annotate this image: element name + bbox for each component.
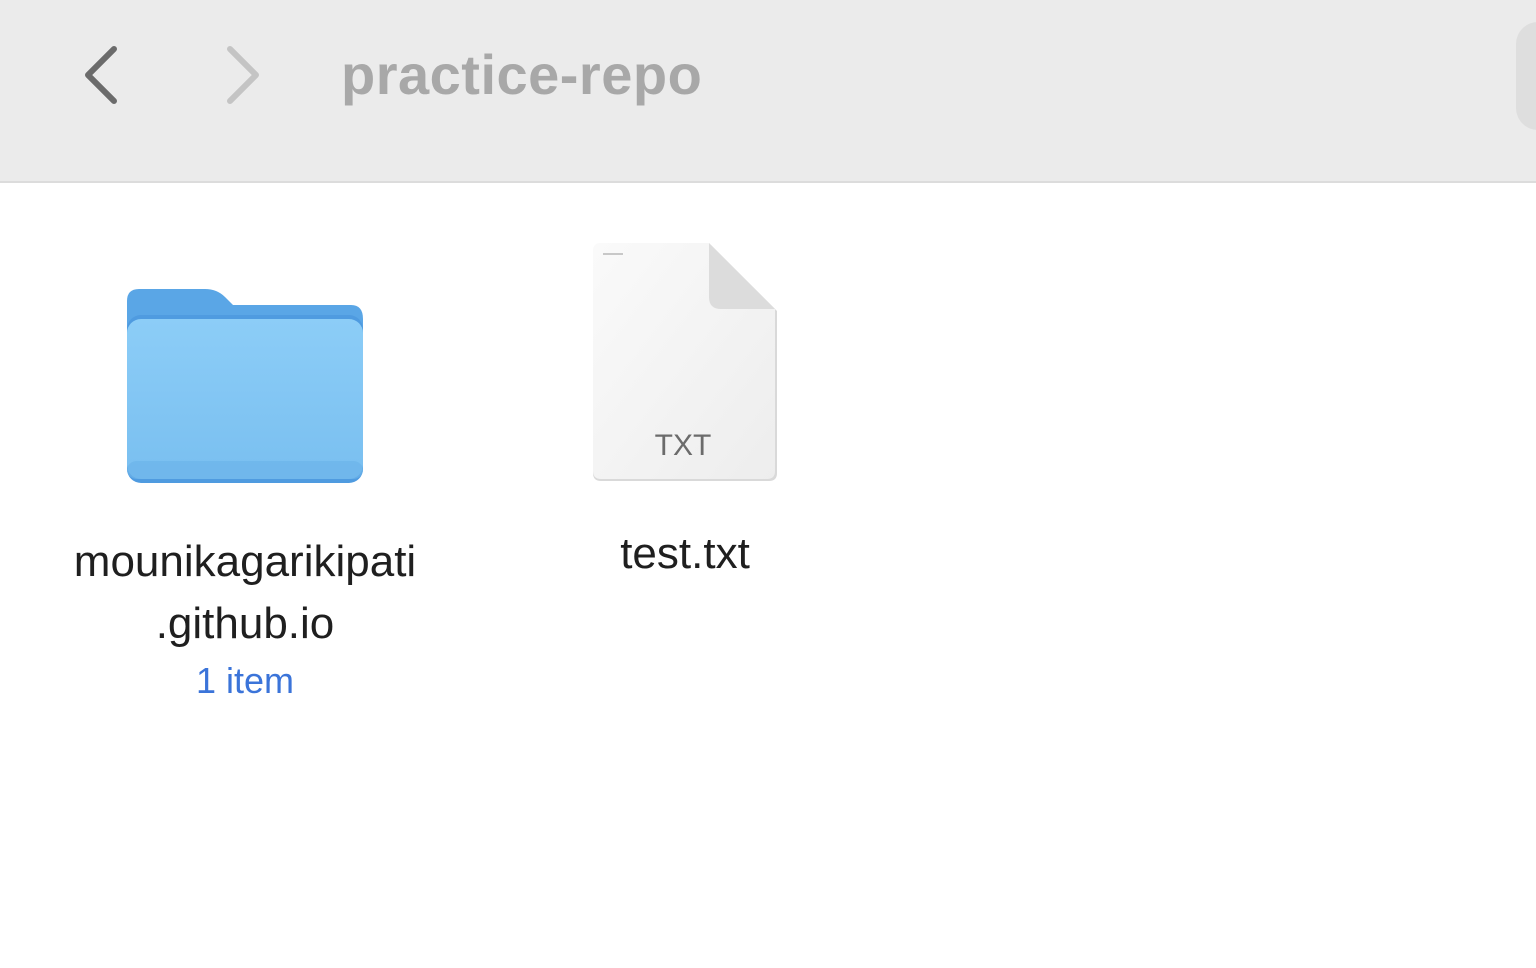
chevron-left-icon <box>85 46 117 104</box>
txt-badge: TXT <box>655 429 712 462</box>
file-name: test.txt <box>620 529 750 578</box>
toolbar-search-field-edge[interactable] <box>1516 22 1536 130</box>
back-button[interactable] <box>70 40 130 110</box>
file-grid: mounikagarikipati .github.io 1 item TXT … <box>0 183 1536 968</box>
chevron-right-icon <box>227 46 259 104</box>
window-title: practice-repo <box>341 43 703 106</box>
toolbar: practice-repo <box>0 0 1536 183</box>
file-item[interactable]: TXT test.txt <box>500 243 870 585</box>
txt-file-icon: TXT <box>593 243 777 481</box>
folder-name-line-1: mounikagarikipati <box>73 537 417 586</box>
finder-window: practice-repo mounikagarikipati .github.… <box>0 0 1536 968</box>
folder-item[interactable]: mounikagarikipati .github.io 1 item <box>40 247 450 707</box>
forward-button[interactable] <box>214 40 274 110</box>
folder-name: mounikagarikipati .github.io <box>74 531 416 655</box>
folder-item-count: 1 item <box>195 660 295 701</box>
folder-icon <box>127 289 363 483</box>
folder-name-line-2: .github.io <box>155 599 335 648</box>
